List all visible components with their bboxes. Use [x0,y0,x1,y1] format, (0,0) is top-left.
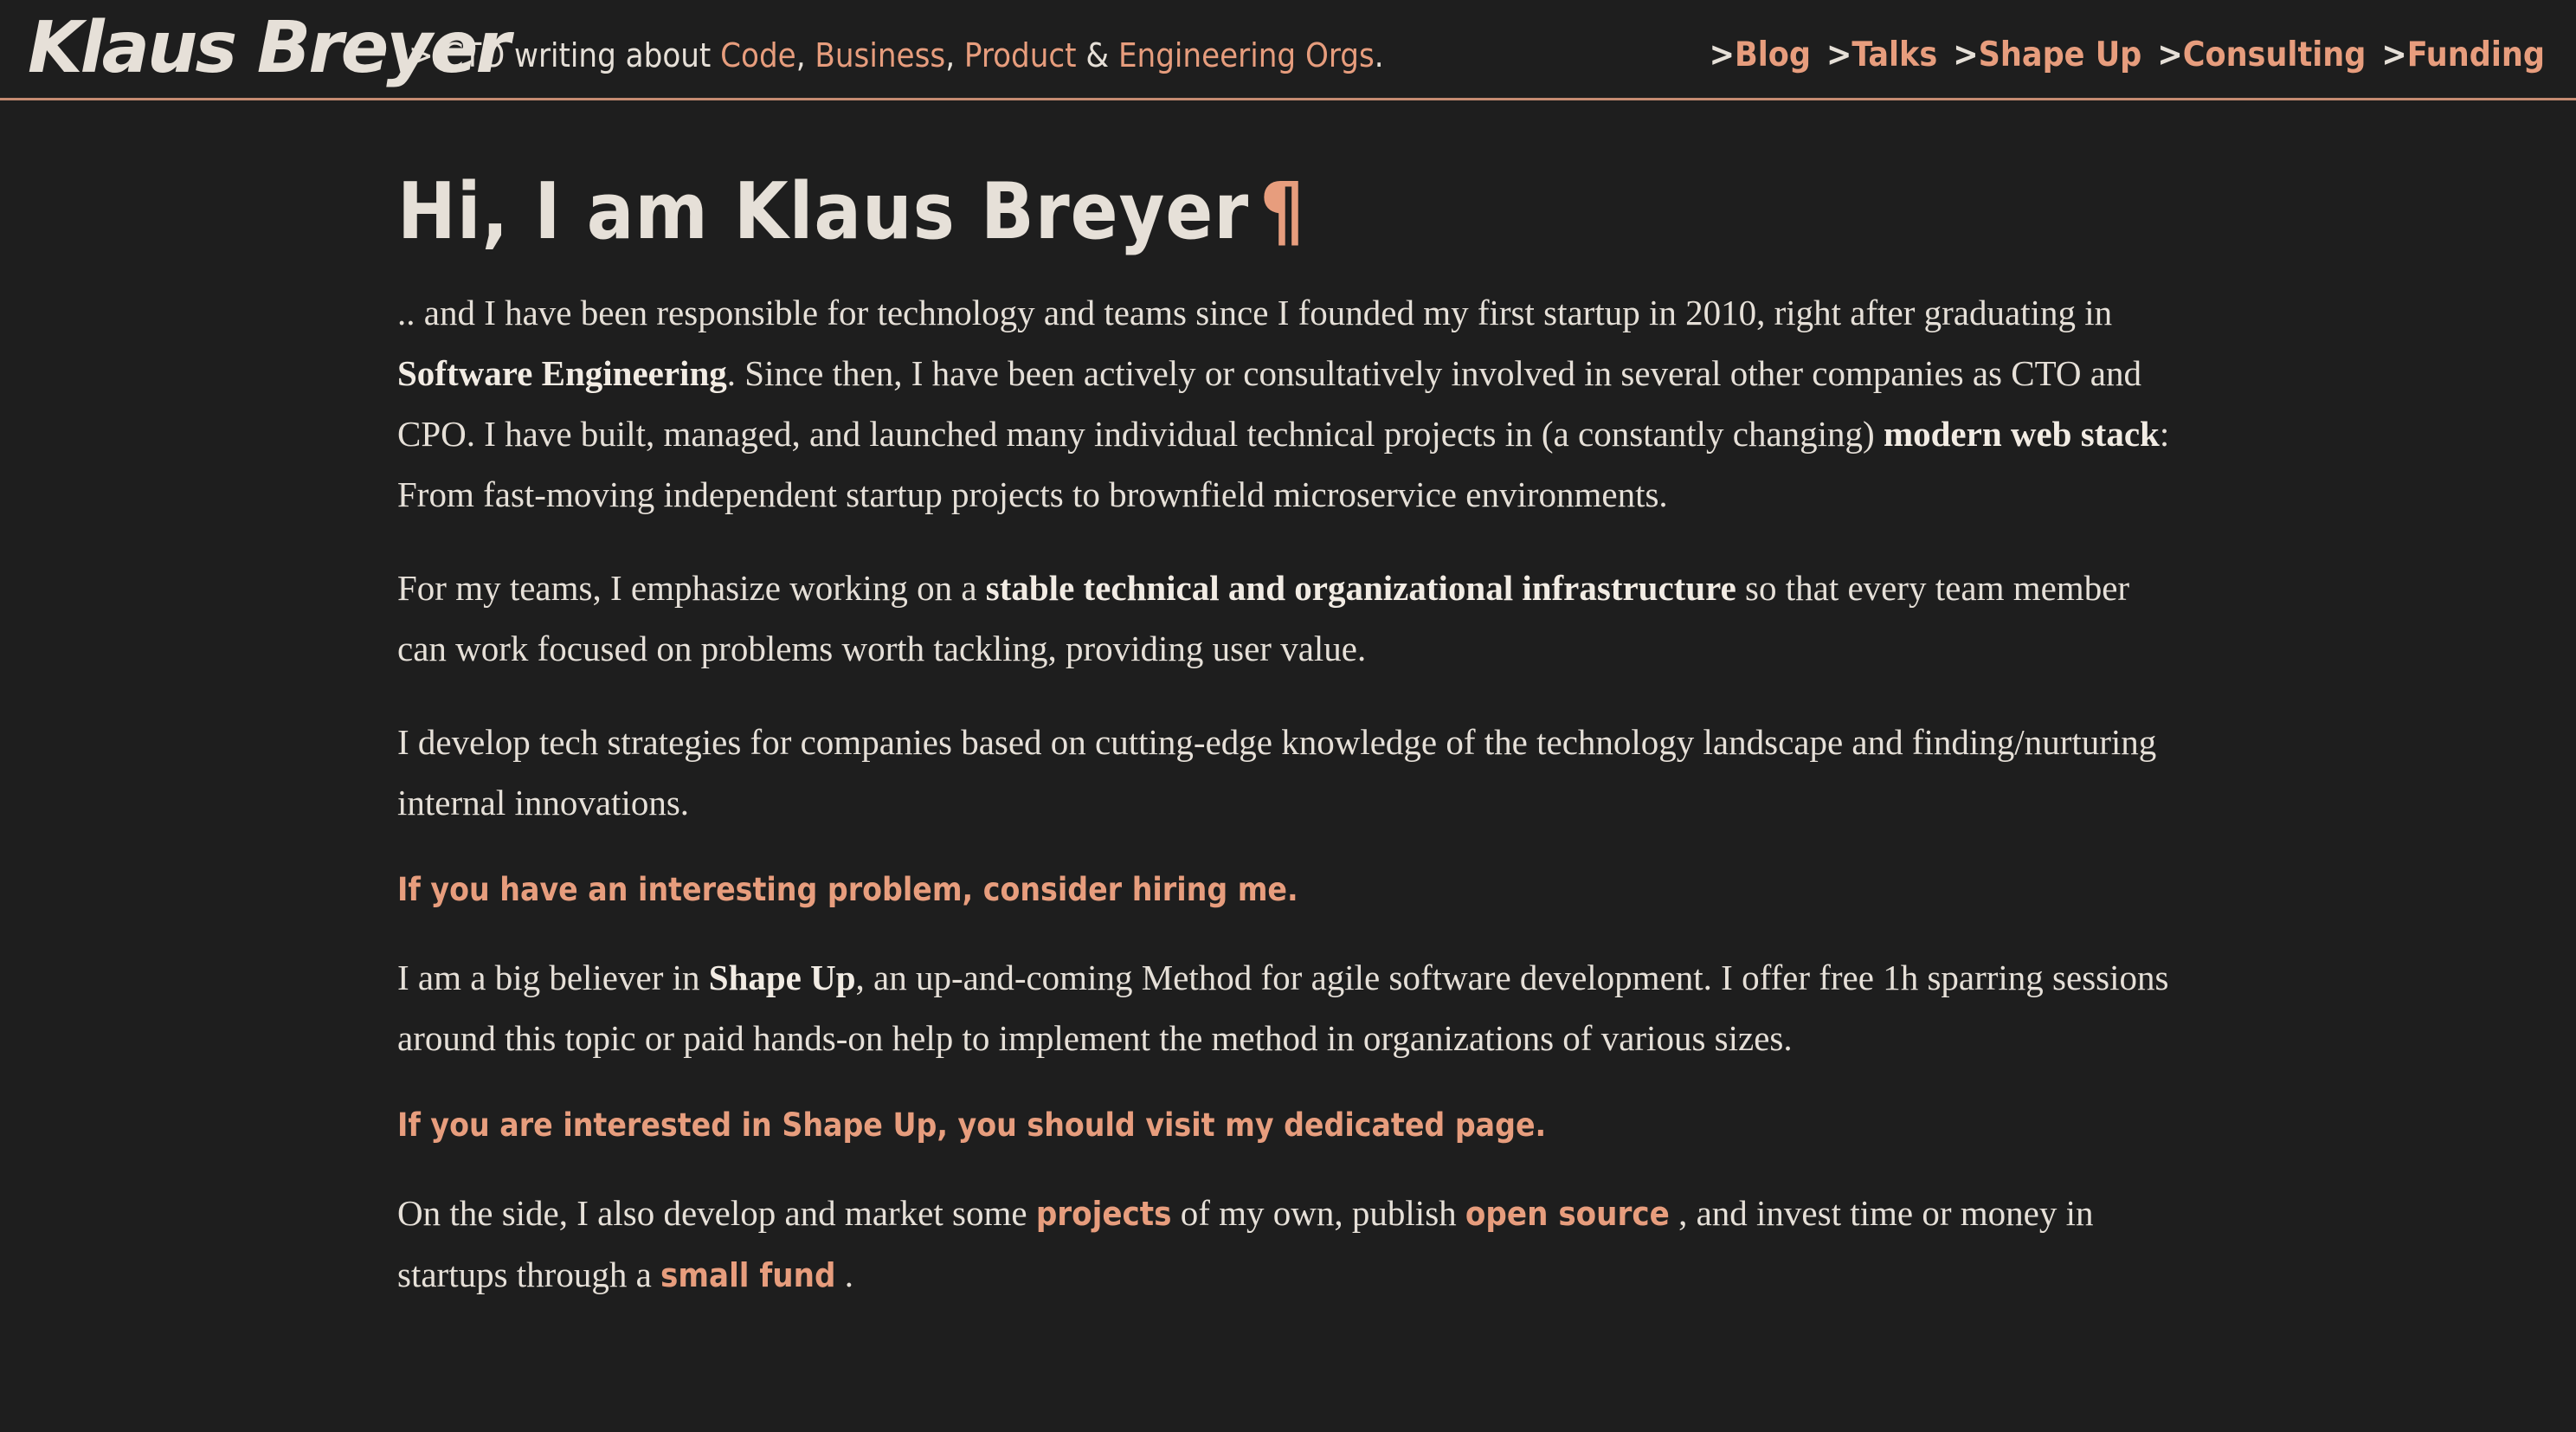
nav-item-shape-up[interactable]: >Shape Up [1953,35,2141,76]
bold-software-engineering: Software Engineering [397,353,727,393]
hire-me-link[interactable]: If you have an interesting problem, cons… [397,866,2180,914]
bold-stable-infrastructure: stable technical and organizational infr… [985,568,1736,608]
nav-label: Funding [2406,35,2545,74]
open-source-link[interactable]: open source [1465,1195,1670,1233]
site-header: Klaus Breyer > CTO writing about Code, B… [0,0,2576,100]
shape-up-paragraph: I am a big believer in Shape Up, an up-a… [397,947,2180,1068]
projects-link[interactable]: projects [1036,1195,1172,1233]
intro-paragraph: .. and I have been responsible for techn… [397,282,2180,525]
site-tagline: > CTO writing about Code, Business, Prod… [409,35,1384,76]
nav-arrow: > [2157,35,2183,74]
page-title: Hi, I am Klaus Breyer ¶ [397,156,2180,268]
nav-item-blog[interactable]: >Blog [1710,35,1811,76]
main-nav: >Blog >Talks >Shape Up >Consulting >Fund… [1710,35,2545,76]
nav-arrow: > [1953,35,1979,74]
shape-up-page-link[interactable]: If you are interested in Shape Up, you s… [397,1101,2180,1150]
bold-modern-web-stack: modern web stack [1883,414,2160,454]
nav-item-consulting[interactable]: >Consulting [2157,35,2366,76]
main-content: Hi, I am Klaus Breyer ¶ .. and I have bee… [397,156,2180,1306]
tagline-separator: , [945,36,964,74]
nav-arrow: > [2381,35,2407,74]
nav-item-funding[interactable]: >Funding [2381,35,2545,76]
text-run: . [835,1255,853,1294]
nav-arrow: > [1826,35,1852,74]
tagline-separator: , [795,36,815,74]
side-projects-paragraph: On the side, I also develop and market s… [397,1183,2180,1306]
nav-label: Talks [1852,35,1938,74]
bold-shape-up: Shape Up [708,958,856,997]
strategy-paragraph: I develop tech strategies for companies … [397,722,2157,822]
text-run: For my teams, I emphasize working on a [397,568,986,608]
tagline-prefix: > CTO writing about [409,36,721,74]
text-run: .. and I have been responsible for techn… [397,293,2113,332]
teams-paragraph: For my teams, I emphasize working on a s… [397,558,2180,679]
page-title-text: Hi, I am Klaus Breyer [397,166,1250,257]
tagline-ampersand: & [1076,36,1118,74]
nav-arrow: > [1709,35,1736,74]
tagline-link-product[interactable]: Product [964,36,1077,74]
nav-label: Blog [1735,35,1811,74]
text-run: I am a big believer in [397,958,709,997]
tagline-link-business[interactable]: Business [815,36,945,74]
nav-label: Shape Up [1978,35,2142,74]
text-run: of my own, publish [1171,1193,1465,1233]
pilcrow-anchor-link[interactable]: ¶ [1259,166,1305,257]
tagline-link-code[interactable]: Code [720,36,796,74]
text-run: On the side, I also develop and market s… [397,1193,1036,1233]
small-fund-link[interactable]: small fund [660,1256,835,1294]
tagline-link-engineering-orgs[interactable]: Engineering Orgs [1118,36,1375,74]
nav-label: Consulting [2182,35,2367,74]
tagline-period: . [1374,36,1384,74]
nav-item-talks[interactable]: >Talks [1826,35,1937,76]
